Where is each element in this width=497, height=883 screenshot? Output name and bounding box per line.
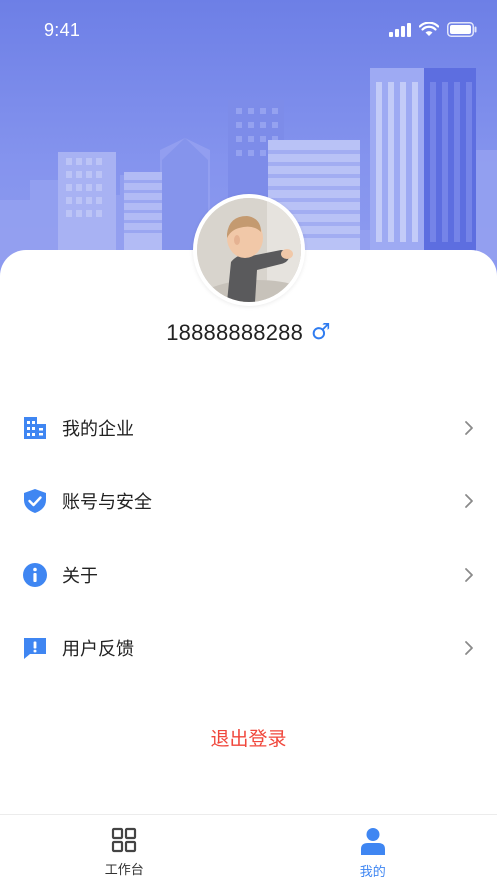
avatar[interactable] <box>193 194 305 306</box>
tab-mine[interactable]: 我的 <box>249 815 497 883</box>
signal-icon <box>389 22 411 37</box>
male-icon: ♂ <box>311 320 331 345</box>
tab-workbench[interactable]: 工作台 <box>0 815 249 883</box>
menu-item-about[interactable]: 关于 <box>0 538 497 612</box>
chevron-right-icon <box>465 494 473 509</box>
wifi-icon <box>419 22 439 36</box>
status-time: 9:41 <box>44 20 81 40</box>
avatar-photo <box>197 198 301 302</box>
settings-menu: 我的企业 账号与安全 关于 用户反馈 <box>0 391 497 685</box>
menu-label: 关于 <box>62 565 98 587</box>
tab-label: 工作台 <box>104 863 144 878</box>
menu-label: 我的企业 <box>62 418 134 440</box>
shield-check-icon <box>22 488 48 514</box>
phone-number: 18888888288 <box>166 320 304 345</box>
tab-bar: 工作台 我的 <box>0 814 497 883</box>
info-icon <box>22 562 48 588</box>
menu-label: 账号与安全 <box>62 492 152 514</box>
building-icon <box>22 415 48 441</box>
chevron-right-icon <box>465 641 473 656</box>
menu-item-feedback[interactable]: 用户反馈 <box>0 612 497 686</box>
menu-item-my-company[interactable]: 我的企业 <box>0 391 497 465</box>
status-bar: 9:41 <box>0 0 497 62</box>
menu-label: 用户反馈 <box>62 639 134 661</box>
user-info: 18888888288 ♂ <box>0 316 497 350</box>
person-icon <box>360 828 385 855</box>
tab-label: 我的 <box>359 865 386 880</box>
logout-button[interactable]: 退出登录 <box>0 724 497 751</box>
menu-item-account-security[interactable]: 账号与安全 <box>0 465 497 539</box>
status-icons <box>389 22 477 37</box>
chevron-right-icon <box>465 420 473 435</box>
feedback-icon <box>22 635 48 661</box>
battery-icon <box>447 22 477 37</box>
grid-icon <box>112 827 137 853</box>
chevron-right-icon <box>465 567 473 582</box>
baby-photo-illustration <box>197 198 301 302</box>
